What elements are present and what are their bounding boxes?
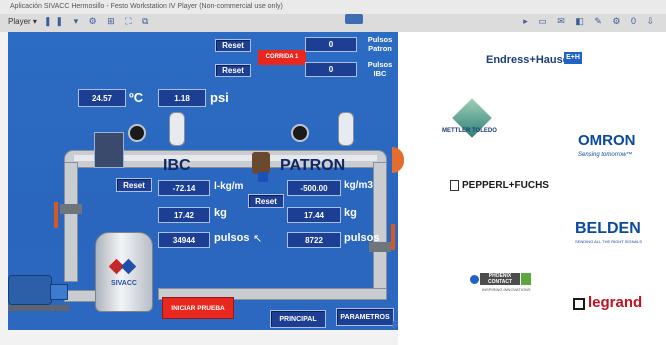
- reset-top-1-button[interactable]: Reset: [215, 39, 251, 52]
- ibc-density-field: -72.14: [158, 180, 210, 196]
- pulsos-ibc-field[interactable]: 0: [305, 62, 357, 77]
- endress-hauser-mark-icon: E+H: [564, 52, 582, 64]
- right-pipe: [373, 162, 387, 300]
- phoenix-contact-dot-icon: [470, 275, 479, 284]
- pressure-unit: psi: [210, 90, 229, 105]
- right-valve-handle-icon[interactable]: [391, 224, 395, 250]
- patron-mass-field: 17.44: [287, 207, 341, 223]
- ibc-flowmeter-icon: [94, 132, 124, 168]
- pulsos-patron-label: Pulsos Patron: [367, 35, 393, 53]
- legrand-mark-icon: [573, 298, 585, 310]
- toolbar-tools-icon[interactable]: ▸ ▭ ✉ ◧ ✎ ⚙ 0 ⇩: [523, 16, 658, 27]
- ibc-transmitter-icon: [169, 112, 185, 146]
- patron-density-field: -500.00: [287, 180, 341, 196]
- ibc-pulses-unit: pulsos: [214, 232, 250, 244]
- player-menu[interactable]: Player ▾: [8, 17, 37, 26]
- ibc-density-unit: l-kg/m: [214, 181, 244, 192]
- legrand-logo: legrand: [588, 294, 643, 311]
- diverter-actuator-icon: [258, 172, 268, 182]
- reset-top-2-button[interactable]: Reset: [215, 64, 251, 77]
- patron-transmitter-icon: [338, 112, 354, 146]
- player-toolbar: Player ▾ ❚❚ ▾ ⚙ ⊞ ⛶ ⧉ ▸ ▭ ✉ ◧ ✎ ⚙ 0 ⇩: [0, 14, 666, 32]
- ibc-pulses-field: 34944: [158, 232, 210, 248]
- pointer-tab-icon: [345, 14, 363, 24]
- left-flange-icon: [60, 204, 82, 214]
- pump-motor-icon: [8, 275, 52, 305]
- hmi-panel: Reset Reset CORRIDA 1 0 Pulsos Patron 0 …: [8, 32, 398, 330]
- patron-reset-button[interactable]: Reset: [248, 194, 284, 208]
- left-valve-handle-icon[interactable]: [54, 202, 58, 228]
- temperature-field: 24.57: [78, 89, 126, 107]
- pepperl-fuchs-logo: PEPPERL+FUCHS: [462, 180, 549, 191]
- ibc-title: IBC: [163, 157, 191, 174]
- phoenix-contact-tagline: INSPIRING INNOVATIONS: [482, 287, 531, 292]
- patron-density-unit: kg/m3: [344, 180, 373, 191]
- player-controls-icon[interactable]: ❚❚ ▾ ⚙ ⊞ ⛶ ⧉: [44, 16, 152, 27]
- phoenix-contact-logo: PHOENIX CONTACT: [480, 273, 520, 285]
- patron-pressure-gauge-icon: [291, 124, 309, 142]
- mettler-toledo-emblem-icon: [450, 98, 494, 140]
- endress-hauser-logo: Endress+Hauser: [486, 54, 574, 66]
- ibc-reset-button[interactable]: Reset: [116, 178, 152, 192]
- parametros-button[interactable]: PARAMETROS: [336, 308, 394, 326]
- pepperl-fuchs-mark-icon: [450, 180, 459, 191]
- mouse-cursor-icon: ↖: [253, 233, 263, 245]
- pump-base-icon: [8, 305, 70, 311]
- temperature-unit: ºC: [129, 90, 144, 105]
- start-test-button[interactable]: INICIAR PRUEBA: [162, 297, 234, 319]
- sponsor-panel: Endress+Hauser E+H METTLER TOLEDO OMRON …: [392, 32, 666, 345]
- ibc-mass-unit: kg: [214, 207, 227, 219]
- diverter-valve-icon[interactable]: [252, 152, 270, 174]
- tank-brand-label: SIVACC: [111, 280, 137, 287]
- omron-tagline: Sensing tomorrow™: [578, 152, 633, 158]
- pump-head-icon: [50, 284, 68, 300]
- patron-pulses-field: 8722: [287, 232, 341, 248]
- ibc-pressure-gauge-icon: [128, 124, 146, 142]
- patron-title: PATRON: [280, 157, 346, 174]
- phoenix-contact-green-icon: [521, 273, 531, 285]
- ibc-mass-field: 17.42: [158, 207, 210, 223]
- window-title: Aplicación SIVACC Hermosillo - Festo Wor…: [0, 0, 666, 14]
- patron-mass-unit: kg: [344, 207, 357, 219]
- panel-toggle-handle-icon[interactable]: [392, 147, 404, 173]
- belden-tagline: SENDING ALL THE RIGHT SIGNALS: [575, 239, 643, 244]
- patron-pulses-unit: pulsos: [344, 232, 380, 244]
- pulsos-ibc-label: Pulsos IBC: [367, 60, 393, 78]
- left-pipe: [64, 162, 78, 282]
- omron-logo: OMRON: [578, 132, 636, 149]
- pressure-field: 1.18: [158, 89, 206, 107]
- principal-button[interactable]: PRINCIPAL: [270, 310, 326, 328]
- corrida-indicator: CORRIDA 1: [258, 50, 306, 65]
- mettler-toledo-logo: METTLER TOLEDO: [442, 128, 497, 134]
- pulsos-patron-field[interactable]: 0: [305, 37, 357, 52]
- belden-logo: BELDEN: [575, 220, 641, 237]
